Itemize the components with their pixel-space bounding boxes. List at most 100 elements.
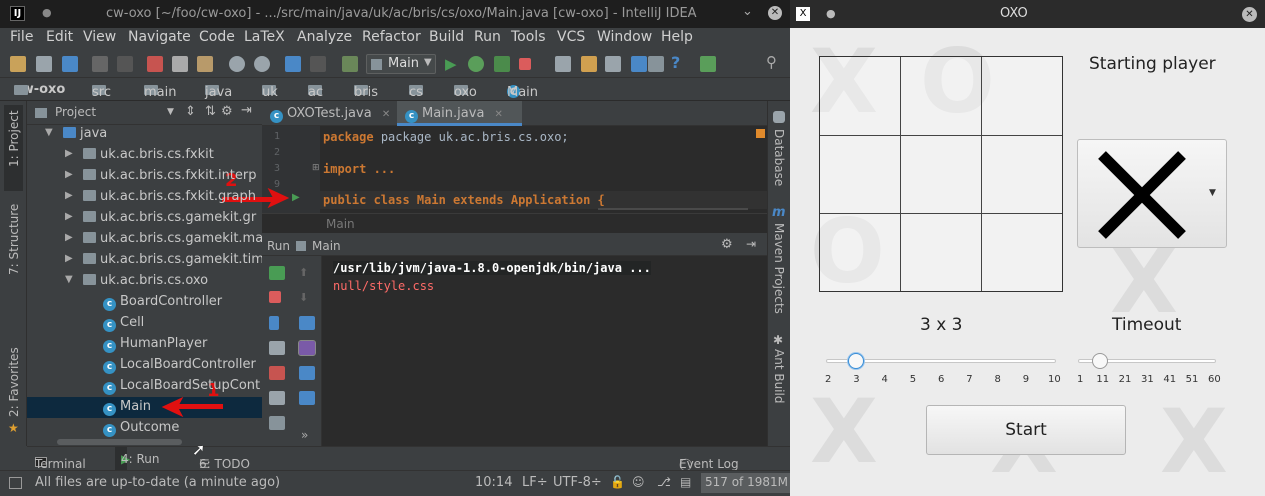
exit-icon[interactable] <box>269 366 285 380</box>
rerun-icon[interactable] <box>269 266 285 280</box>
down-icon[interactable]: ⬇ <box>299 291 315 305</box>
line-separator[interactable]: LF÷ <box>522 475 548 490</box>
menu-edit[interactable]: Edit <box>46 29 73 45</box>
menu-code[interactable]: Code <box>199 29 235 45</box>
board-size-slider-thumb[interactable] <box>848 353 864 369</box>
tree-class-item[interactable]: c BoardController <box>27 292 262 313</box>
menu-file[interactable]: File <box>10 29 33 45</box>
file-encoding[interactable]: UTF-8÷ <box>553 475 602 490</box>
close-icon[interactable]: ✕ <box>768 6 782 20</box>
lock-icon[interactable]: 🔓 <box>610 475 625 489</box>
stop-icon[interactable] <box>519 58 531 70</box>
tab-oxotest[interactable]: c OXOTest.java ✕ <box>262 101 395 126</box>
tree-package-item[interactable]: ▶ uk.ac.bris.cs.gamekit.gr <box>27 208 262 229</box>
vcs-icon[interactable] <box>700 56 716 72</box>
expand-right-icon[interactable]: ▶ <box>65 148 73 159</box>
search-icon[interactable]: ⚲ <box>766 53 777 71</box>
open-folder-icon[interactable] <box>10 56 26 72</box>
starting-player-select[interactable]: ▼ <box>1077 139 1227 248</box>
board-grid[interactable] <box>819 56 1063 292</box>
inspector-icon[interactable]: ☺ <box>632 475 645 489</box>
coverage-icon[interactable] <box>494 56 510 72</box>
caret-position[interactable]: 10:14 <box>475 475 512 490</box>
tree-folder-item[interactable]: ▼ java <box>27 124 262 145</box>
tab-main[interactable]: c Main.java ✕ <box>397 101 522 126</box>
redo-icon[interactable] <box>117 56 133 72</box>
run-icon[interactable]: ▶ <box>445 55 457 73</box>
tree-class-item[interactable]: c LocalBoardSetupCont <box>27 376 262 397</box>
paste-icon[interactable] <box>197 56 213 72</box>
gear-icon[interactable]: ⚙ <box>221 104 233 119</box>
timeout-slider-thumb[interactable] <box>1092 353 1108 369</box>
tree-package-item[interactable]: ▶ uk.ac.bris.cs.fxkit.graph <box>27 187 262 208</box>
undo-icon[interactable] <box>92 56 108 72</box>
more-icon[interactable]: » <box>301 428 308 442</box>
tree-class-item[interactable]: c LocalBoardController <box>27 355 262 376</box>
menu-vcs[interactable]: VCS <box>557 29 585 45</box>
replace-icon[interactable] <box>254 56 270 72</box>
expand-right-icon[interactable]: ▶ <box>65 169 73 180</box>
menu-navigate[interactable]: Navigate <box>128 29 191 45</box>
expand-right-icon[interactable]: ▶ <box>65 232 73 243</box>
expand-right-icon[interactable]: ▶ <box>65 253 73 264</box>
trash-icon[interactable] <box>299 391 315 405</box>
tree-package-item[interactable]: ▶ uk.ac.bris.cs.gamekit.tim <box>27 250 262 271</box>
menu-tools[interactable]: Tools <box>511 29 546 45</box>
pin-icon[interactable]: ● <box>826 7 836 20</box>
copy-icon[interactable] <box>172 56 188 72</box>
memory-indicator[interactable]: 517 of 1981M <box>701 473 790 493</box>
project-view-select[interactable]: Project <box>55 105 96 119</box>
expand-right-icon[interactable]: ▶ <box>65 211 73 222</box>
hide-panel-icon[interactable]: ⇥ <box>746 237 756 251</box>
menu-help[interactable]: Help <box>661 29 693 45</box>
menu-analyze[interactable]: Analyze <box>297 29 352 45</box>
editor-footer-label[interactable]: Main <box>326 217 355 231</box>
menu-refactor[interactable]: Refactor <box>362 29 421 45</box>
camera-icon[interactable] <box>269 341 285 355</box>
hide-panel-icon[interactable]: ⇥ <box>241 103 252 118</box>
gear-icon[interactable]: ⚙ <box>721 237 733 252</box>
debug-icon[interactable] <box>468 56 484 72</box>
start-button[interactable]: Start <box>926 405 1126 455</box>
collapse-all-icon[interactable]: ⇕ <box>185 104 196 119</box>
notifications-icon[interactable]: ▤ <box>680 475 691 489</box>
tool-favorites[interactable]: 2: Favorites <box>7 347 21 417</box>
horizontal-scrollbar[interactable] <box>57 439 182 445</box>
tool-project[interactable]: 1: Project <box>7 110 21 167</box>
menu-latex[interactable]: LaTeX <box>244 29 285 45</box>
scroll-to-end-icon[interactable] <box>298 340 316 356</box>
run-config-select[interactable]: Main ▼ <box>366 54 436 74</box>
fold-icon[interactable]: ⊞ <box>312 163 320 173</box>
chevron-down-icon[interactable]: ▼ <box>167 107 174 117</box>
tab-run[interactable]: ▶ 4: Run <box>115 447 160 471</box>
run-config-tab[interactable]: Main <box>312 239 341 253</box>
tree-package-item[interactable]: ▶ uk.ac.bris.cs.gamekit.ma <box>27 229 262 250</box>
tree-class-item[interactable]: c Outcome <box>27 418 262 439</box>
back-icon[interactable] <box>285 56 301 72</box>
menu-window[interactable]: Window <box>597 29 652 45</box>
import-text[interactable]: import ... <box>323 162 395 176</box>
git-icon[interactable]: ⎇ <box>657 475 671 489</box>
tree-package-item[interactable]: ▶ uk.ac.bris.cs.fxkit.interp <box>27 166 262 187</box>
run-gutter-icon[interactable]: ▶ <box>292 192 300 203</box>
tool-maven[interactable]: Maven Projects <box>772 223 786 314</box>
menu-view[interactable]: View <box>83 29 116 45</box>
tool-ant[interactable]: Ant Build <box>772 349 786 403</box>
print-icon[interactable] <box>299 366 315 380</box>
tree-class-item[interactable]: c Main <box>27 397 262 418</box>
menu-build[interactable]: Build <box>429 29 464 45</box>
stop-icon[interactable] <box>269 291 281 303</box>
tool-database[interactable]: Database <box>772 129 786 186</box>
tool-structure[interactable]: 7: Structure <box>7 204 21 275</box>
project-structure-icon[interactable] <box>555 56 571 72</box>
tree-package-item[interactable]: ▼ uk.ac.bris.cs.oxo <box>27 271 262 292</box>
up-icon[interactable]: ⬆ <box>299 266 315 280</box>
tree-package-item[interactable]: ▶ uk.ac.bris.cs.fxkit <box>27 145 262 166</box>
close-tab-icon[interactable]: ✕ <box>495 109 503 120</box>
tree-class-item[interactable]: c Cell <box>27 313 262 334</box>
help-icon[interactable]: ? <box>671 53 680 72</box>
status-toggle-icon[interactable] <box>9 477 22 489</box>
save-icon[interactable] <box>36 56 52 72</box>
module-icon[interactable] <box>631 56 647 72</box>
tree-class-item[interactable]: c HumanPlayer <box>27 334 262 355</box>
